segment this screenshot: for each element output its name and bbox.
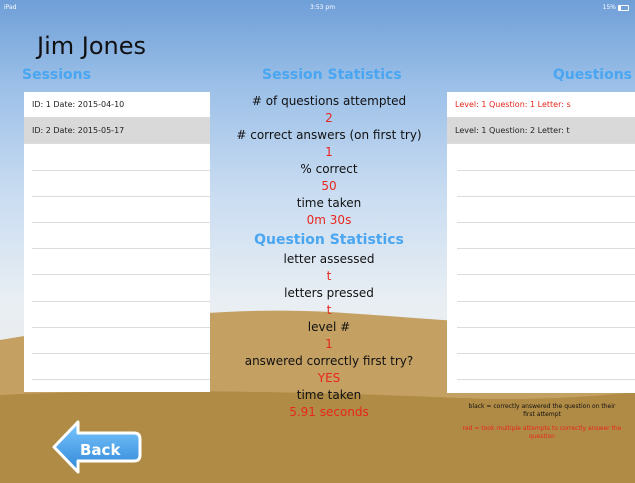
session-row[interactable]: ID: 1 Date: 2015-04-10 [24, 92, 210, 119]
legend-red-text: red = took multiple attempts to correctl… [462, 425, 622, 440]
empty-row [32, 328, 210, 354]
percent-value: 50 [321, 179, 337, 193]
battery-percent: 15% [602, 4, 616, 11]
question-row-label: Level: 1 Question: 2 Letter: t [455, 126, 570, 136]
session-row-label: ID: 2 Date: 2015-05-17 [32, 126, 125, 136]
empty-row [457, 302, 635, 328]
clock-label: 3:53 pm [310, 4, 336, 11]
attempted-value: 2 [325, 111, 333, 125]
level-value: 1 [325, 337, 333, 351]
sessions-header: Sessions [22, 67, 91, 83]
correct-label: # correct answers (on first try) [236, 128, 422, 142]
carrier-label: iPad [4, 4, 17, 11]
letter-assessed-label: letter assessed [283, 252, 375, 266]
letters-pressed-value: t [326, 303, 332, 317]
empty-row [32, 249, 210, 276]
question-time-value: 5.91 seconds [289, 405, 369, 419]
session-time-value: 0m 30s [306, 213, 352, 227]
session-row-label: ID: 1 Date: 2015-04-10 [32, 100, 125, 109]
questions-list[interactable]: Level: 1 Question: 1 Letter: s Level: 1 … [447, 92, 635, 393]
empty-row [457, 223, 635, 250]
empty-row [457, 144, 635, 171]
letter-assessed-value: t [326, 269, 332, 283]
back-button[interactable]: Back [50, 418, 142, 476]
session-statistics-header: Session Statistics [262, 67, 402, 83]
battery-icon [618, 4, 629, 11]
back-button-label: Back [80, 441, 121, 459]
empty-row [32, 275, 210, 302]
student-name: Jim Jones [37, 32, 146, 60]
empty-row [32, 197, 210, 223]
empty-row [32, 171, 210, 197]
empty-row [457, 249, 635, 276]
empty-row [457, 197, 635, 223]
attempted-label: # of questions attempted [251, 94, 407, 108]
empty-row [457, 171, 635, 197]
legend-black-text: black = correctly answered the question … [468, 403, 616, 418]
question-row[interactable]: Level: 1 Question: 1 Letter: s [447, 92, 635, 119]
first-try-value: YES [317, 371, 341, 385]
empty-row [457, 275, 635, 302]
empty-row [457, 328, 635, 354]
empty-row [457, 354, 635, 381]
battery-indicator: 15% [603, 4, 629, 11]
correct-value: 1 [325, 145, 333, 159]
percent-label: % correct [300, 162, 358, 176]
questions-header: Questions [552, 67, 632, 83]
first-try-label: answered correctly first try? [244, 354, 414, 368]
question-time-label: time taken [296, 388, 362, 402]
sessions-list[interactable]: ID: 1 Date: 2015-04-10 ID: 2 Date: 2015-… [24, 92, 210, 392]
question-row[interactable]: Level: 1 Question: 2 Letter: t [447, 118, 635, 145]
empty-row [32, 223, 210, 250]
question-statistics-header: Question Statistics [254, 232, 404, 248]
letters-pressed-label: letters pressed [284, 286, 374, 300]
color-legend: black = correctly answered the question … [462, 403, 622, 441]
question-row-label: Level: 1 Question: 1 Letter: s [455, 100, 571, 109]
level-label: level # [307, 320, 351, 334]
session-row[interactable]: ID: 2 Date: 2015-05-17 [24, 118, 210, 145]
empty-row [32, 302, 210, 328]
statistics-panel: # of questions attempted 2 # correct ans… [215, 93, 443, 421]
empty-row [32, 354, 210, 381]
status-bar: iPad 3:53 pm 15% [0, 0, 635, 14]
session-time-label: time taken [296, 196, 362, 210]
empty-row [32, 144, 210, 171]
